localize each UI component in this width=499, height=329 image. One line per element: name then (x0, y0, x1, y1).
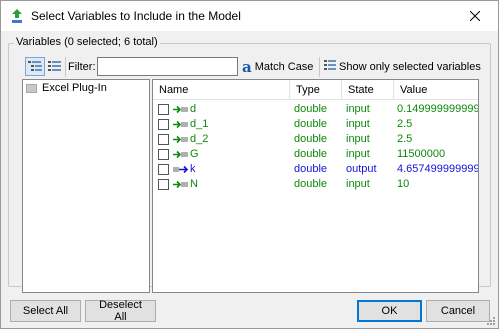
tree-item-label: Excel Plug-In (42, 82, 107, 94)
list-view-button[interactable] (45, 57, 65, 76)
cell-name: d_2 (190, 133, 209, 145)
row-checkbox[interactable] (158, 149, 169, 160)
table-row[interactable]: d_2 double input 2.5 (153, 132, 478, 147)
row-checkbox[interactable] (158, 164, 169, 175)
input-variable-icon (173, 180, 188, 189)
cell-type: double (294, 118, 328, 130)
table-row[interactable]: k double output 4.657499999999... (153, 162, 478, 177)
match-case-icon: a (242, 57, 252, 76)
cell-value: 11500000 (397, 148, 446, 160)
show-selected-label: Show only selected variables (339, 60, 481, 73)
tree-view-icon (28, 60, 42, 71)
table-row[interactable]: Gdouble input 11500000 (153, 147, 478, 162)
row-checkbox[interactable] (158, 104, 169, 115)
table-row[interactable]: Ndouble input 10 (153, 177, 478, 192)
cell-state: input (346, 133, 370, 145)
variables-grid[interactable]: Name Type State Value d double input 0.1499… (152, 79, 479, 293)
plugin-icon (26, 83, 37, 93)
column-header-value[interactable]: Value (394, 80, 478, 100)
row-checkbox[interactable] (158, 134, 169, 145)
list-view-icon (48, 60, 61, 71)
close-icon (470, 11, 480, 21)
row-checkbox[interactable] (158, 119, 169, 130)
source-tree[interactable]: Excel Plug-In (22, 79, 150, 293)
match-case-label: Match Case (254, 60, 314, 73)
filter-label: Filter: (68, 61, 96, 73)
column-header-name[interactable]: Name (153, 80, 290, 100)
deselect-all-button[interactable]: Deselect All (85, 299, 156, 323)
cell-name: k (190, 163, 196, 175)
window-title: Select Variables to Include in the Model (31, 9, 241, 23)
output-variable-icon (173, 165, 189, 174)
input-variable-icon (173, 120, 188, 129)
cell-type: double (294, 133, 328, 145)
grid-header: Name Type State Value (153, 80, 478, 100)
cell-value: 4.657499999999... (397, 163, 479, 175)
select-all-button[interactable]: Select All (10, 300, 81, 322)
toolbar-separator (319, 57, 320, 77)
variables-group-label: Variables (0 selected; 6 total) (14, 36, 160, 48)
filter-input[interactable] (97, 57, 238, 76)
column-header-state[interactable]: State (342, 80, 394, 100)
cell-value: 2.5 (397, 118, 413, 130)
cancel-button[interactable]: Cancel (426, 300, 490, 322)
table-row[interactable]: d_1 double input 2.5 (153, 117, 478, 132)
toolbar-separator (65, 57, 66, 77)
show-selected-icon (324, 60, 336, 70)
cell-type: double (294, 148, 328, 160)
cell-name: d_1 (190, 118, 209, 130)
match-case-toggle[interactable]: a Match Case (242, 57, 313, 76)
cell-value: 10 (397, 178, 410, 190)
dialog-window: Select Variables to Include in the Model… (0, 0, 499, 329)
row-checkbox[interactable] (158, 179, 169, 190)
cell-value: 0.149999999999... (397, 103, 479, 115)
cell-type: double (294, 103, 328, 115)
cell-state: input (346, 178, 370, 190)
input-variable-icon (173, 135, 188, 144)
tree-view-button[interactable] (25, 57, 45, 76)
cell-type: double (294, 163, 328, 175)
resize-grip-icon[interactable] (485, 315, 495, 325)
app-icon (12, 9, 22, 23)
show-selected-toggle[interactable]: Show only selected variables (324, 57, 481, 76)
cell-name: G (190, 148, 199, 160)
cell-name: N (190, 178, 198, 190)
cell-state: input (346, 148, 370, 160)
input-variable-icon (173, 105, 188, 114)
cell-state: input (346, 118, 370, 130)
cell-state: output (346, 163, 377, 175)
cell-state: input (346, 103, 370, 115)
cell-value: 2.5 (397, 133, 413, 145)
close-button[interactable] (452, 1, 498, 31)
table-row[interactable]: d double input 0.149999999999... (153, 102, 478, 117)
cell-type: double (294, 178, 328, 190)
column-header-type[interactable]: Type (290, 80, 342, 100)
cell-name: d (190, 103, 197, 115)
input-variable-icon (173, 150, 188, 159)
ok-button[interactable]: OK (357, 300, 422, 322)
tree-item-excel-plugin[interactable]: Excel Plug-In (26, 82, 107, 94)
title-bar: Select Variables to Include in the Model (1, 1, 498, 31)
